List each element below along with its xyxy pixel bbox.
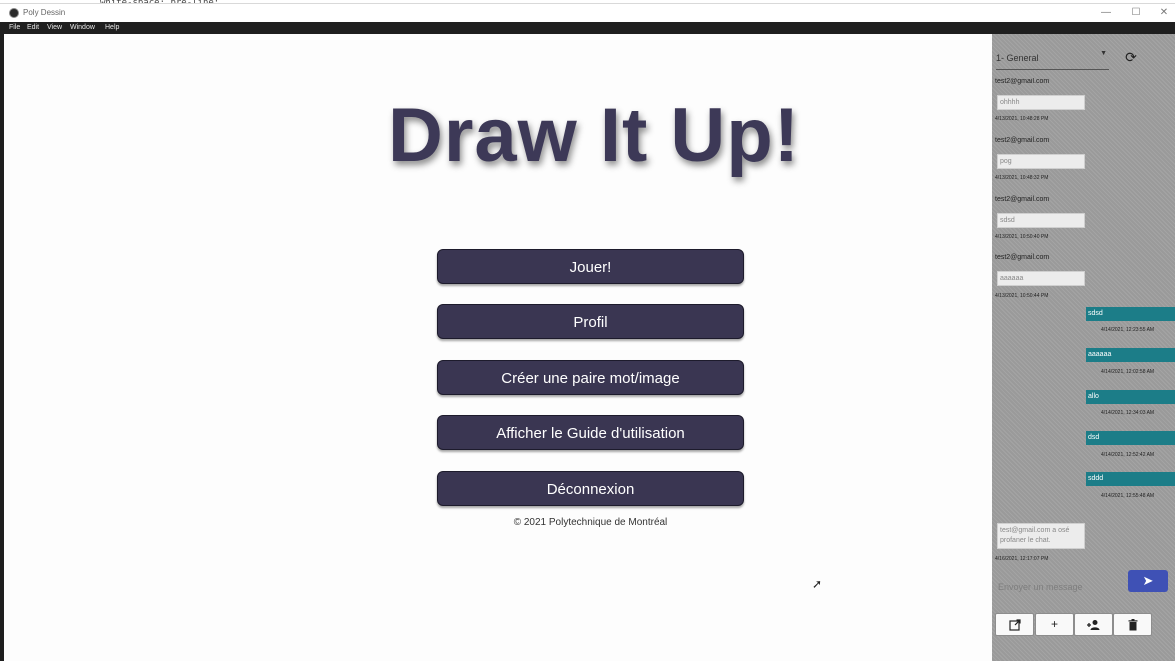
incoming-message: ohhhh (997, 95, 1085, 110)
send-button[interactable]: ➤ (1128, 570, 1168, 592)
create-word-image-pair-button[interactable]: Créer une paire mot/image (437, 360, 744, 395)
minimize-button[interactable]: — (1096, 6, 1116, 20)
outgoing-message: dsd (1086, 431, 1175, 445)
profile-button[interactable]: Profil (437, 304, 744, 339)
outgoing-message: sdsd (1086, 307, 1175, 321)
menu-edit[interactable]: Edit (27, 22, 39, 34)
message-timestamp: 4/14/2021, 12:23:55 AM (1101, 327, 1155, 333)
maximize-button[interactable]: ☐ (1126, 6, 1146, 20)
message-timestamp: 4/14/2021, 12:52:42 AM (1101, 452, 1155, 458)
app-logo-icon (9, 8, 19, 18)
app-title: Draw It Up! (387, 93, 801, 178)
logout-button[interactable]: Déconnexion (437, 471, 744, 506)
menu-bar: File Edit View Window Help (0, 22, 1175, 34)
mouse-cursor-icon: ➚ (812, 577, 823, 591)
menu-window[interactable]: Window (70, 22, 95, 34)
chat-panel: 1- General ▼ ⟳ test2@gmail.com ohhhh 4/1… (992, 34, 1175, 661)
outgoing-message: allo (1086, 390, 1175, 404)
message-sender: test2@gmail.com (995, 137, 1050, 144)
message-timestamp: 4/13/2021, 10:48:28 PM (995, 116, 1049, 122)
delete-icon (1128, 617, 1138, 631)
menu-help[interactable]: Help (105, 22, 119, 34)
message-input[interactable] (996, 575, 1126, 599)
window-titlebar: Poly Dessin — ☐ ✕ (0, 3, 1175, 22)
message-timestamp: 4/14/2021, 12:34:03 AM (1101, 410, 1155, 416)
outgoing-message: sddd (1086, 472, 1175, 486)
add-channel-button[interactable]: + (1035, 613, 1074, 636)
message-timestamp: 4/13/2021, 10:50:44 PM (995, 293, 1049, 299)
incoming-message: sdsd (997, 213, 1085, 228)
open-chat-window-button[interactable] (995, 613, 1034, 636)
system-message: test@gmail.com a osé profaner le chat. (997, 523, 1085, 549)
message-timestamp: 4/14/2021, 12:02:58 AM (1101, 369, 1155, 375)
main-menu-panel: Draw It Up! Jouer! Profil Créer une pair… (0, 34, 992, 661)
menu-file[interactable]: File (9, 22, 20, 34)
window-title: Poly Dessin (23, 8, 66, 17)
copyright-footer: © 2021 Polytechnique de Montréal (513, 517, 668, 528)
add-user-icon (1086, 617, 1102, 631)
delete-channel-button[interactable] (1113, 613, 1152, 636)
close-button[interactable]: ✕ (1154, 6, 1174, 20)
outgoing-message: aaaaaa (1086, 348, 1175, 362)
message-timestamp: 4/13/2021, 10:48:32 PM (995, 175, 1049, 181)
user-guide-button[interactable]: Afficher le Guide d'utilisation (437, 415, 744, 450)
channel-select-value: 1- General (996, 53, 1039, 63)
send-icon: ➤ (1142, 573, 1154, 588)
message-timestamp: 4/16/2021, 12:17:07 PM (995, 556, 1049, 562)
message-sender: test2@gmail.com (995, 78, 1050, 85)
message-timestamp: 4/13/2021, 10:50:40 PM (995, 234, 1049, 240)
incoming-message: aaaaaa (997, 271, 1085, 286)
channel-select[interactable]: 1- General ▼ (996, 48, 1109, 70)
refresh-icon[interactable]: ⟳ (1124, 50, 1138, 64)
play-button[interactable]: Jouer! (437, 249, 744, 284)
message-sender: test2@gmail.com (995, 254, 1050, 261)
message-timestamp: 4/14/2021, 12:55:48 AM (1101, 493, 1155, 499)
join-channel-button[interactable] (1074, 613, 1113, 636)
message-compose-area: ➤ (992, 568, 1175, 608)
add-icon: + (1050, 617, 1058, 631)
message-sender: test2@gmail.com (995, 196, 1050, 203)
chevron-down-icon: ▼ (1100, 50, 1107, 57)
menu-view[interactable]: View (47, 22, 62, 34)
incoming-message: pog (997, 154, 1085, 169)
open-external-icon (1008, 617, 1021, 631)
